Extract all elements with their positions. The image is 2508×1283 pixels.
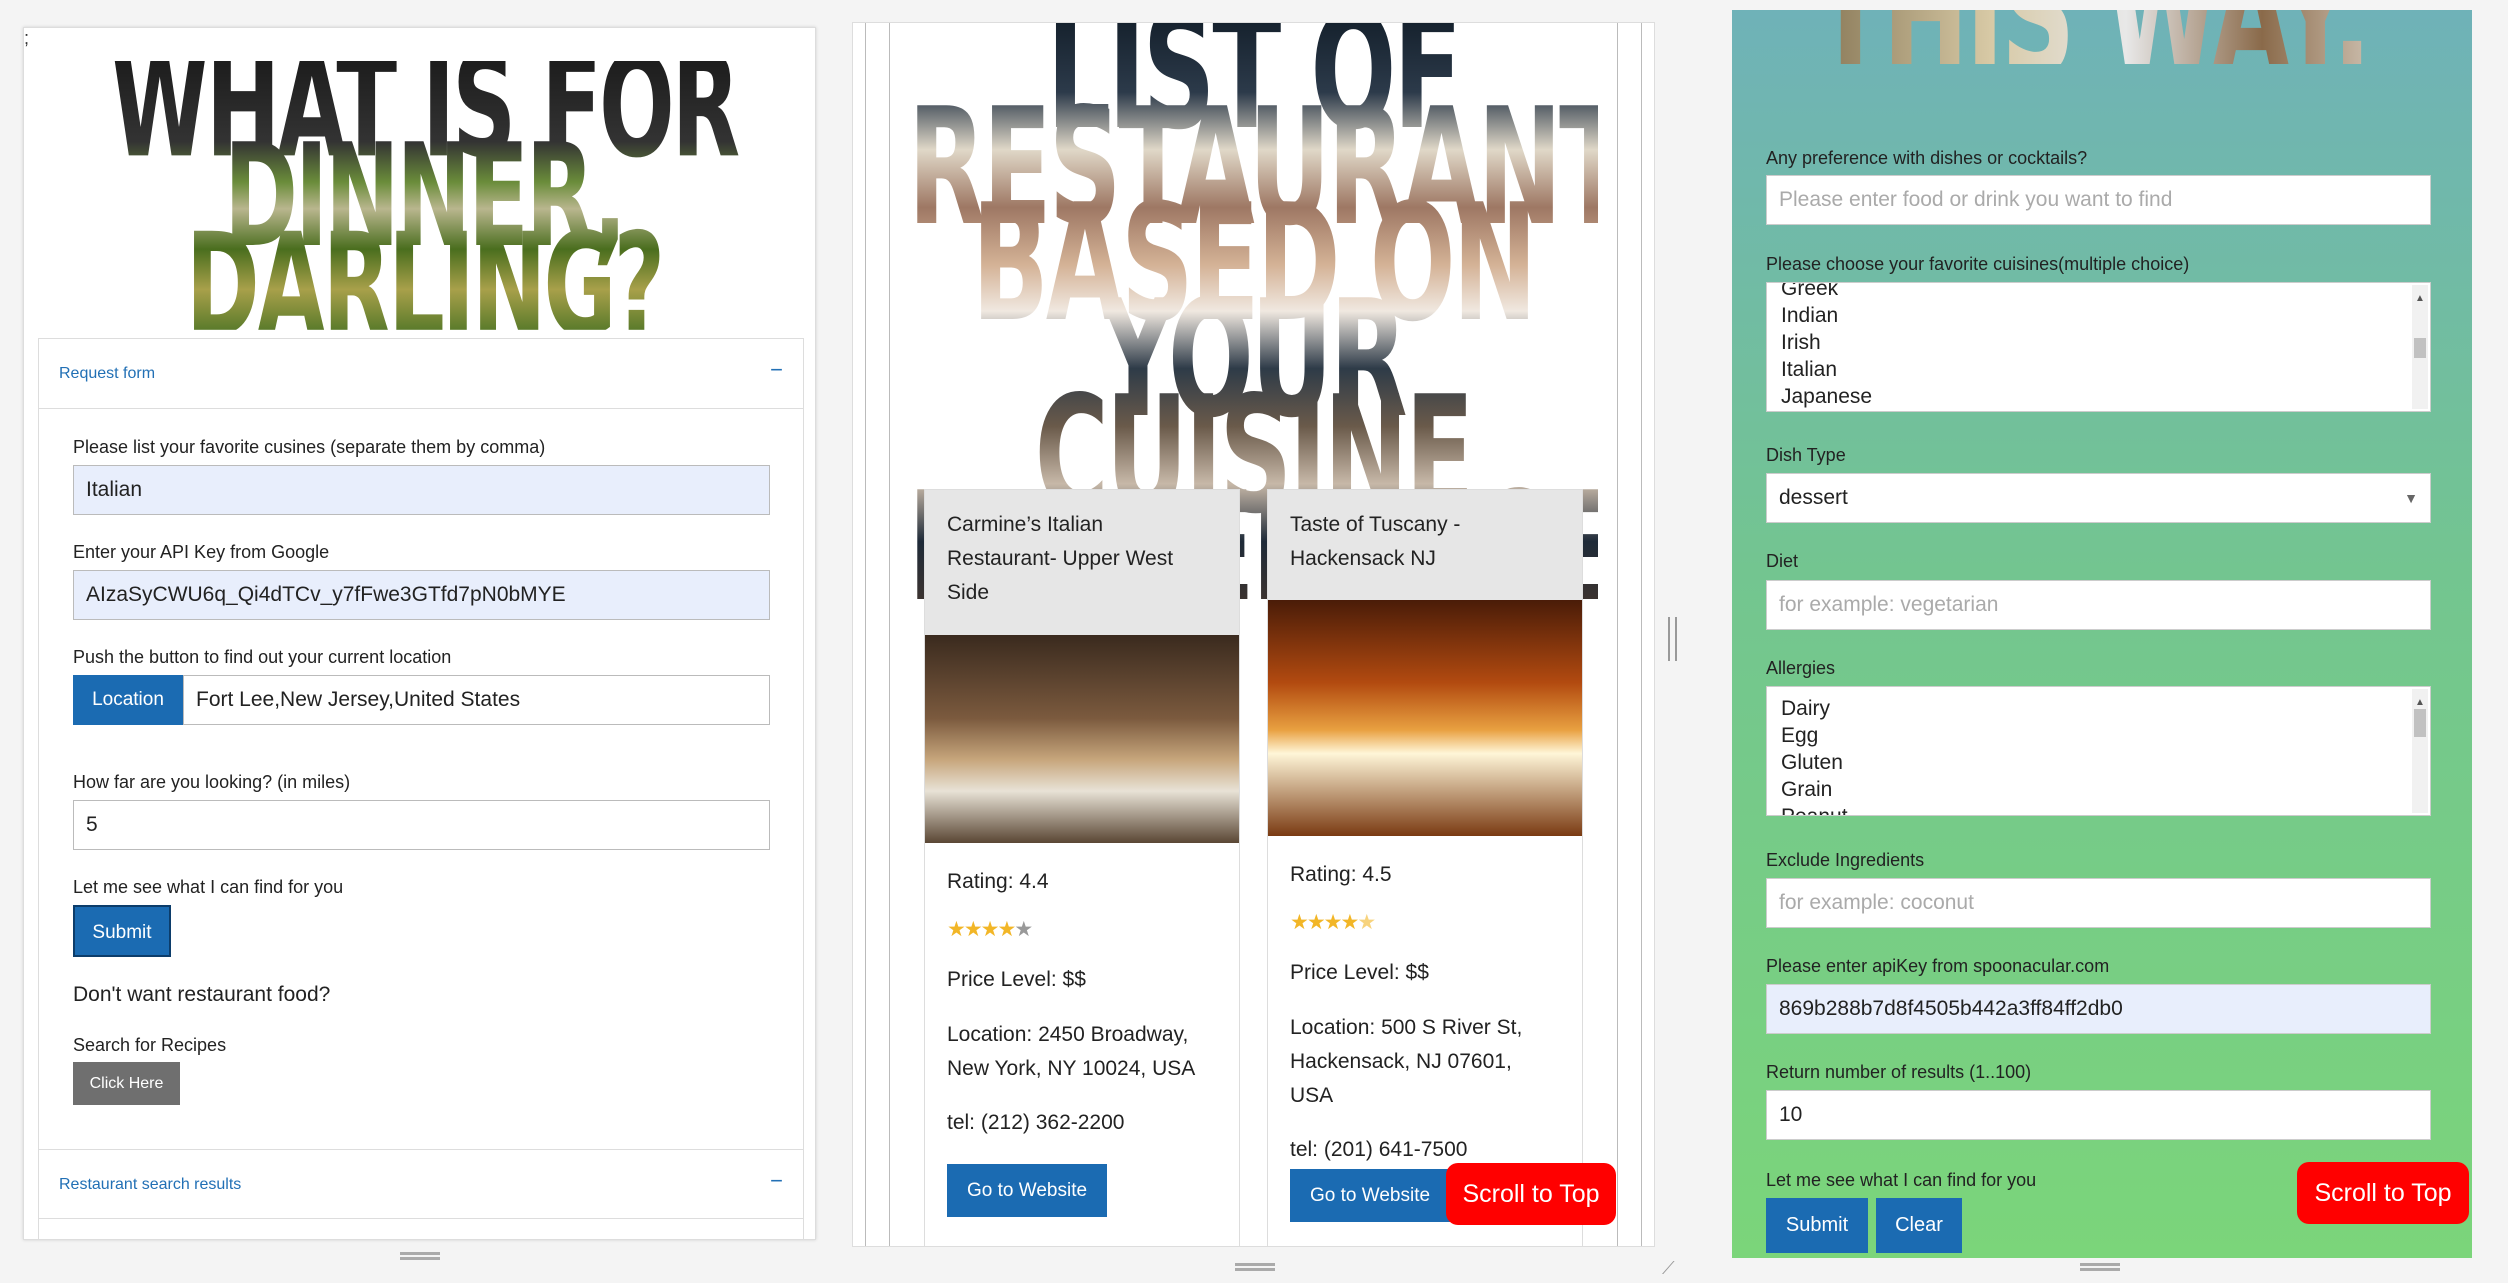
restaurant-tel: tel: (212) 362-2200 [947,1111,1125,1134]
results-count-input[interactable]: 10 [1766,1090,2431,1140]
recipe-search-panel: THIS WAY. Any preference with dishes or … [1732,10,2472,1258]
option[interactable]: Grain [1781,776,2430,803]
submit-label: Let me see what I can find for you [1766,1170,2037,1190]
dish-type-select[interactable]: dessert ▼ [1766,473,2431,523]
cuisines-label: Please choose your favorite cuisines(mul… [1766,254,2190,274]
diet-input[interactable]: for example: vegetarian [1766,580,2431,630]
hero-title: THIS WAY. [1752,10,2432,98]
request-form-panel: ; WHAT IS FOR DINNER, DARLING? Request f… [23,27,816,1240]
price-level: Price Level: $$ [1290,961,1429,984]
option[interactable]: Greek [1781,283,2430,302]
submit-button[interactable]: Submit [1766,1198,1868,1253]
exclude-label: Exclude Ingredients [1766,850,1925,870]
resize-grip[interactable] [1235,1263,1275,1271]
preference-input[interactable]: Please enter food or drink you want to f… [1766,175,2431,225]
option[interactable]: Indian [1781,302,2430,329]
restaurant-card: Carmine’s Italian Restaurant- Upper West… [924,489,1240,1246]
chevron-down-icon: ▼ [2404,490,2418,506]
resize-corner-icon[interactable]: ⟋ [1662,1258,1680,1278]
option[interactable]: Peanut [1781,803,2430,815]
click-here-button[interactable]: Click Here [73,1062,180,1105]
resize-grip[interactable] [400,1252,440,1260]
restaurant-list-panel: LIST OF RESTAURANTS BASED ON YOUR CUISIN… [852,22,1655,1247]
price-level: Price Level: $$ [947,968,1086,991]
restaurant-photo [925,635,1239,843]
rating-text: Rating: 4.5 [1290,863,1392,886]
distance-input[interactable]: 5 [73,800,770,850]
restaurant-card: Taste of Tuscany - Hackensack NJ Rating:… [1267,489,1583,1246]
dish-type-value: dessert [1779,486,1848,509]
alt-prompt: Don't want restaurant food? [73,983,331,1006]
option[interactable]: Irish [1781,329,2430,356]
scrollbar[interactable]: ▲▼ [2412,689,2428,813]
location-input[interactable]: Fort Lee,New Jersey,United States [183,675,770,725]
accordion-header-results[interactable]: Restaurant search results − [39,1149,803,1219]
exclude-input[interactable]: for example: coconut [1766,878,2431,928]
cuisines-label: Please list your favorite cusines (separ… [73,437,546,457]
collapse-icon[interactable]: − [770,357,783,383]
clear-button[interactable]: Clear [1876,1198,1962,1253]
location-button[interactable]: Location [73,675,183,725]
rating-stars-icon: ★★★★★ [1290,911,1376,934]
results-count-label: Return number of results (1..100) [1766,1062,2032,1082]
resize-grip[interactable] [2080,1263,2120,1271]
restaurant-name: Carmine’s Italian Restaurant- Upper West… [925,490,1239,635]
option[interactable]: Japanese [1781,383,2430,410]
accordion: Request form − Please list your favorite… [38,338,804,1239]
go-to-website-button[interactable]: Go to Website [947,1164,1108,1217]
splitter-handle[interactable] [1668,617,1677,661]
allergies-label: Allergies [1766,658,1836,678]
option[interactable]: Egg [1781,722,2430,749]
collapse-icon[interactable]: − [770,1168,783,1194]
stray-semicolon: ; [24,28,30,48]
restaurant-details: Rating: 4.4 ★★★★★ Price Level: $$ Locati… [925,843,1239,1239]
scroll-to-top-button[interactable]: Scroll to Top [1446,1163,1616,1225]
scroll-to-top-button[interactable]: Scroll to Top [2297,1162,2469,1224]
submit-button[interactable]: Submit [73,905,171,957]
restaurant-tel: tel: (201) 641-7500 [1290,1138,1468,1161]
diet-label: Diet [1766,551,1799,571]
dish-type-label: Dish Type [1766,445,1846,465]
apikey-label: Please enter apiKey from spoonacular.com [1766,956,2110,976]
rating-text: Rating: 4.4 [947,870,1049,893]
cuisines-multiselect[interactable]: Greek Indian Irish Italian Japanese ▲▼ [1766,282,2431,412]
scrollbar-thumb[interactable] [2414,338,2426,358]
api-key-input[interactable]: AIzaSyCWU6q_Qi4dTCv_y7fFwe3GTfd7pN0bMYE [73,570,770,620]
distance-label: How far are you looking? (in miles) [73,772,351,792]
restaurant-photo [1268,600,1582,836]
allergies-multiselect[interactable]: Dairy Egg Gluten Grain Peanut ▲▼ [1766,686,2431,816]
api-key-label: Enter your API Key from Google [73,542,330,562]
restaurant-location: Location: 2450 Broadway, New York, NY 10… [947,1023,1196,1080]
apikey-input[interactable]: 869b288b7d8f4505b442a3ff84ff2db0 [1766,984,2431,1034]
location-label: Push the button to find out your current… [73,647,452,667]
option[interactable]: Dairy [1781,695,2430,722]
hero-title: WHAT IS FOR DINNER, DARLING? [74,35,774,357]
restaurant-name: Taste of Tuscany - Hackensack NJ [1268,490,1582,600]
restaurant-location: Location: 500 S River St, Hackensack, NJ… [1290,1016,1523,1107]
go-to-website-button[interactable]: Go to Website [1290,1169,1451,1222]
recipes-label: Search for Recipes [73,1035,227,1055]
option[interactable]: Italian [1781,356,2430,383]
cuisines-input[interactable]: Italian [73,465,770,515]
rating-stars-icon: ★★★★★ [947,918,1033,941]
submit-label: Let me see what I can find for you [73,877,344,897]
preference-label: Any preference with dishes or cocktails? [1766,148,2088,168]
accordion-header-request-form[interactable]: Request form − [39,339,803,409]
option[interactable]: Gluten [1781,749,2430,776]
accordion-title: Restaurant search results [59,1176,242,1193]
accordion-title: Request form [59,365,156,382]
scrollbar-thumb[interactable] [2414,709,2426,737]
